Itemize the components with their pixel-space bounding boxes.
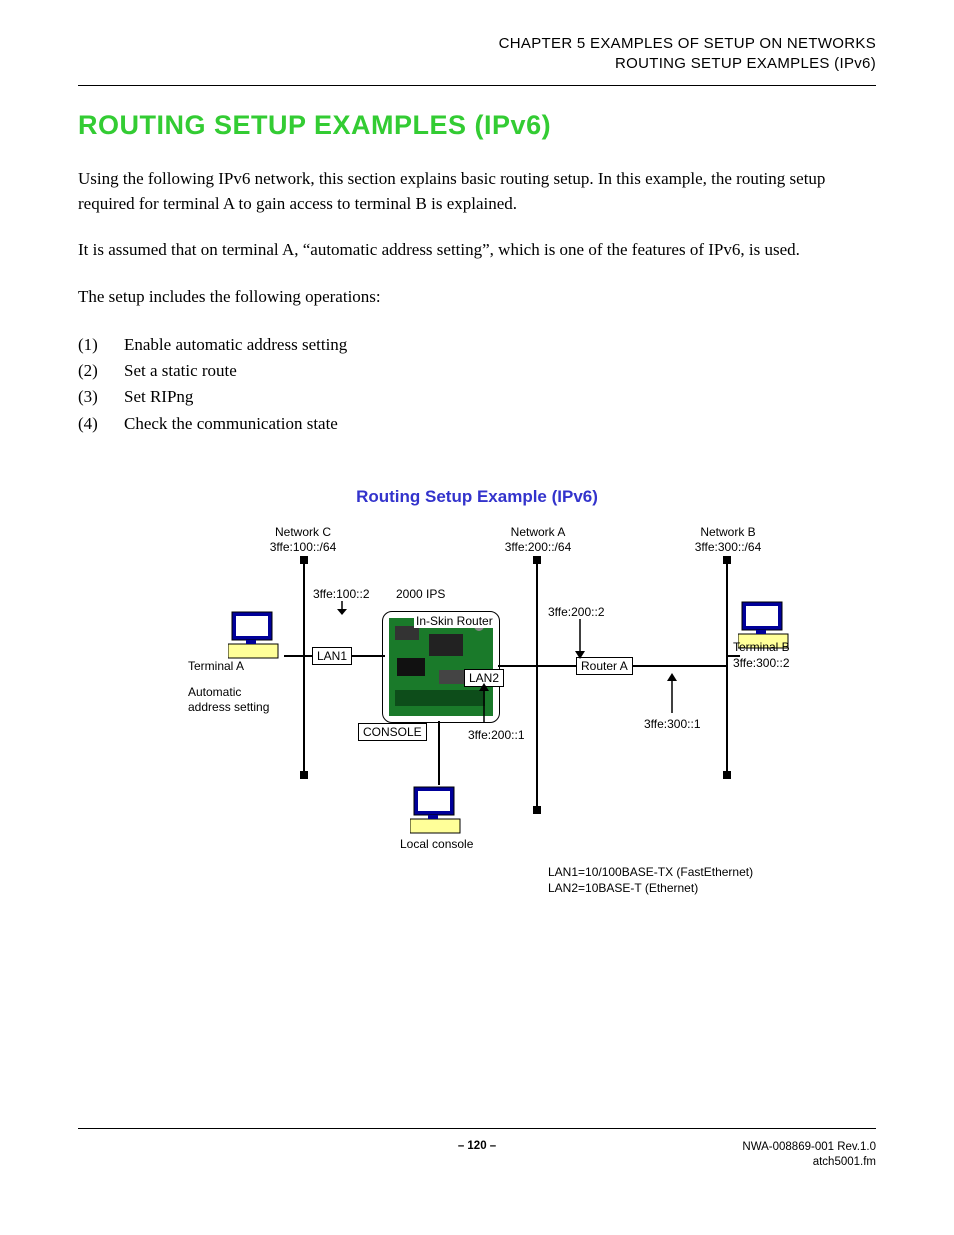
figure-title: Routing Setup Example (IPv6)	[78, 487, 876, 507]
console-box: CONSOLE	[358, 723, 427, 741]
bus-a	[536, 560, 538, 810]
lan2-top-addr: 3ffe:200::2	[548, 605, 605, 619]
list-item: (2)Set a static route	[78, 358, 876, 384]
router-a-b-addr: 3ffe:300::1	[644, 717, 701, 731]
system-label: 2000 IPS	[396, 587, 445, 601]
terminal-b-addr: 3ffe:300::2	[733, 656, 790, 670]
arrow-down-icon	[574, 619, 586, 659]
terminal-b-label: Terminal B	[733, 640, 790, 654]
body-paragraph: Using the following IPv6 network, this s…	[78, 167, 876, 216]
bus-b	[726, 560, 728, 775]
header-chapter: CHAPTER 5 EXAMPLES OF SETUP ON NETWORKS	[78, 34, 876, 54]
lan1-box: LAN1	[312, 647, 352, 665]
bus-c	[303, 560, 305, 775]
network-b-name: Network B	[668, 525, 788, 539]
page-title: ROUTING SETUP EXAMPLES (IPv6)	[78, 110, 876, 141]
header-rule	[78, 85, 876, 86]
network-a-net: 3ffe:200::/64	[478, 540, 598, 554]
doc-id: NWA-008869-001 Rev.1.0	[742, 1140, 876, 1155]
lan2-bottom-addr: 3ffe:200::1	[468, 728, 525, 742]
local-console-icon	[410, 785, 466, 835]
arrow-up-icon	[666, 673, 678, 713]
footer-rule	[78, 1128, 876, 1129]
arrow-up-icon	[478, 683, 490, 723]
network-c-net: 3ffe:100::/64	[243, 540, 363, 554]
list-item: (4)Check the communication state	[78, 411, 876, 437]
ops-list: (1)Enable automatic address setting (2)S…	[78, 332, 876, 437]
terminal-a-icon	[228, 610, 284, 660]
terminal-a-label: Terminal A	[188, 659, 244, 673]
in-skin-router-label: In-Skin Router	[414, 614, 495, 628]
network-a-name: Network A	[478, 525, 598, 539]
header-section: ROUTING SETUP EXAMPLES (IPv6)	[78, 54, 876, 74]
auto-addr-1: Automatic	[188, 685, 241, 699]
auto-addr-2: address setting	[188, 700, 269, 714]
doc-file: atch5001.fm	[742, 1155, 876, 1170]
ops-intro: The setup includes the following operati…	[78, 285, 876, 310]
network-b-net: 3ffe:300::/64	[668, 540, 788, 554]
router-a-box: Router A	[576, 657, 633, 675]
arrow-down-icon	[336, 601, 348, 615]
network-c-name: Network C	[243, 525, 363, 539]
legend-1: LAN1=10/100BASE-TX (FastEthernet)	[548, 865, 753, 879]
local-console-label: Local console	[400, 837, 473, 851]
legend-2: LAN2=10BASE-T (Ethernet)	[548, 881, 698, 895]
page-header: CHAPTER 5 EXAMPLES OF SETUP ON NETWORKS …	[78, 34, 876, 73]
body-paragraph: It is assumed that on terminal A, “autom…	[78, 238, 876, 263]
lan1-addr: 3ffe:100::2	[313, 587, 370, 601]
list-item: (1)Enable automatic address setting	[78, 332, 876, 358]
list-item: (3)Set RIPng	[78, 384, 876, 410]
network-diagram: Network C 3ffe:100::/64 Network A 3ffe:2…	[178, 525, 818, 935]
